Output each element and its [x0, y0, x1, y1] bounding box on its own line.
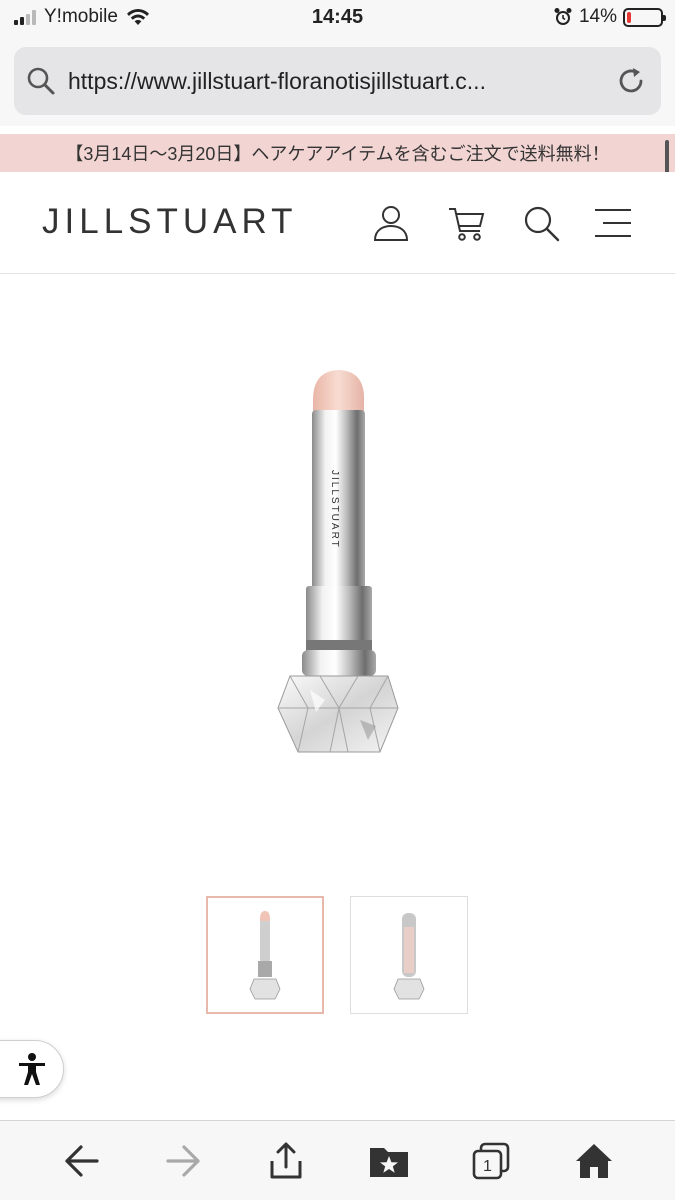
status-bar: Y!mobile 14:45 14% — [0, 0, 675, 38]
bookmarks-icon[interactable] — [359, 1131, 419, 1191]
share-icon[interactable] — [256, 1131, 316, 1191]
battery-icon — [623, 7, 666, 27]
cart-icon[interactable] — [446, 202, 488, 244]
tube-engraving: JILLSTUART — [329, 470, 340, 549]
url-text[interactable]: https://www.jillstuart-floranotisjillstu… — [68, 68, 601, 95]
thumbnail-2[interactable] — [350, 896, 468, 1014]
product-image[interactable]: JILLSTUART — [220, 360, 455, 770]
tabs-count: 1 — [483, 1158, 492, 1175]
brand-logo[interactable]: JILLSTUART — [42, 202, 298, 242]
thumbnail-gallery — [206, 896, 468, 1014]
address-search-icon — [14, 47, 68, 115]
address-bar[interactable]: https://www.jillstuart-floranotisjillstu… — [14, 47, 661, 115]
back-icon[interactable] — [51, 1131, 111, 1191]
browser-toolbar: 1 — [0, 1120, 675, 1200]
status-right: 14% — [553, 6, 666, 28]
browser-chrome: https://www.jillstuart-floranotisjillstu… — [0, 38, 675, 126]
site-header: JILLSTUART — [0, 172, 675, 274]
reload-icon[interactable] — [601, 47, 661, 115]
accessibility-button[interactable] — [0, 1040, 64, 1098]
alarm-icon — [554, 8, 572, 25]
tabs-icon[interactable]: 1 — [461, 1131, 521, 1191]
home-icon[interactable] — [564, 1131, 624, 1191]
battery-fill — [627, 11, 632, 23]
account-icon[interactable] — [370, 202, 412, 244]
search-icon[interactable] — [520, 202, 562, 244]
battery-percent: 14% — [578, 6, 617, 27]
forward-icon[interactable] — [154, 1131, 214, 1191]
accessibility-icon — [19, 1053, 45, 1085]
menu-icon[interactable] — [592, 202, 634, 244]
promo-banner[interactable]: 【3月14日～3月20日】ヘアケアアイテムを含むご注文で送料無料！ — [0, 134, 675, 172]
thumbnail-1[interactable] — [206, 896, 324, 1014]
